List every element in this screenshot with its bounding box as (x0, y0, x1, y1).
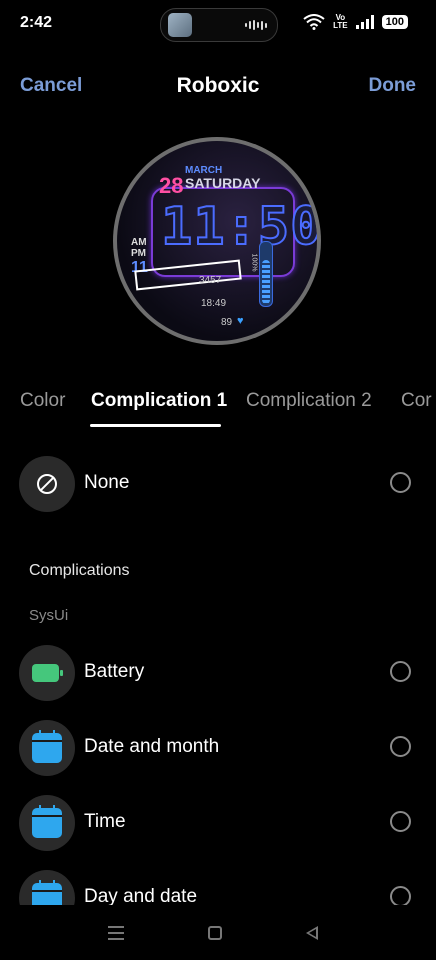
option-time[interactable]: Time (0, 795, 436, 851)
watch-secondary-time: 18:49 (201, 298, 227, 309)
radio-button[interactable] (390, 472, 411, 493)
watch-heart-rate: 89 (221, 317, 233, 328)
calendar-icon (32, 730, 62, 763)
done-button[interactable]: Done (369, 75, 417, 97)
option-label: Date and month (84, 736, 220, 757)
top-app-bar: Cancel Roboxic Done (0, 72, 436, 102)
watch-am: AM (131, 237, 147, 248)
option-icon-bg (19, 456, 75, 512)
status-icons: Vo LTE 100 (303, 14, 408, 30)
status-time: 2:42 (20, 14, 53, 31)
audio-wave-icon (245, 20, 267, 30)
signal-icon (355, 15, 374, 29)
option-label: Time (84, 811, 126, 832)
volte-bottom-label: LTE (333, 21, 348, 30)
option-none[interactable]: None (0, 456, 436, 512)
battery-status-icon: 100 (381, 15, 408, 29)
radio-button[interactable] (390, 736, 411, 757)
watch-battery-bar (259, 241, 273, 307)
heart-icon: ♥ (237, 315, 244, 327)
watch-day-number: 28 (159, 173, 184, 198)
watch-time: 11:50 (160, 196, 317, 258)
none-icon (37, 474, 57, 494)
option-label: Battery (84, 661, 145, 682)
option-date-and-month[interactable]: Date and month (0, 720, 436, 776)
section-title: Complications (29, 562, 130, 579)
option-icon-bg (19, 720, 75, 776)
watch-face-preview: 28 MARCH SATURDAY 11:50 AM PM 11 3457 18… (113, 137, 321, 345)
battery-icon (32, 664, 63, 682)
watch-steps: 3457 (199, 275, 222, 286)
home-icon[interactable] (208, 926, 222, 940)
status-bar: 2:42 Vo LTE 100 (0, 0, 436, 48)
volte-icon: Vo LTE (333, 14, 348, 30)
option-icon-bg (19, 795, 75, 851)
watch-weekday: SATURDAY (185, 175, 261, 191)
radio-button[interactable] (390, 886, 411, 907)
calendar-icon (32, 805, 62, 838)
watch-pm: PM (131, 248, 146, 259)
back-icon[interactable] (306, 926, 318, 940)
option-label: None (84, 472, 130, 493)
watch-ampm: AM PM (131, 237, 147, 259)
tab-strip: Color Complication 1 Complication 2 Cor (0, 388, 436, 430)
watch-face: 28 MARCH SATURDAY 11:50 AM PM 11 3457 18… (117, 141, 317, 341)
option-icon-bg (19, 645, 75, 701)
dynamic-island[interactable] (160, 8, 278, 42)
active-tab-indicator (90, 424, 221, 427)
tab-more[interactable]: Cor (401, 390, 432, 412)
radio-button[interactable] (390, 661, 411, 682)
tab-complication-1[interactable]: Complication 1 (91, 390, 227, 412)
watch-battery-percent: 100% (250, 253, 258, 272)
subsection-title: SysUi (29, 607, 69, 624)
media-thumbnail (168, 13, 192, 37)
tab-color[interactable]: Color (20, 390, 65, 412)
tab-complication-2[interactable]: Complication 2 (246, 390, 372, 412)
system-navigation-bar (0, 914, 436, 954)
radio-button[interactable] (390, 811, 411, 832)
recents-icon[interactable] (108, 926, 124, 940)
wifi-icon (303, 14, 325, 30)
option-battery[interactable]: Battery (0, 645, 436, 701)
